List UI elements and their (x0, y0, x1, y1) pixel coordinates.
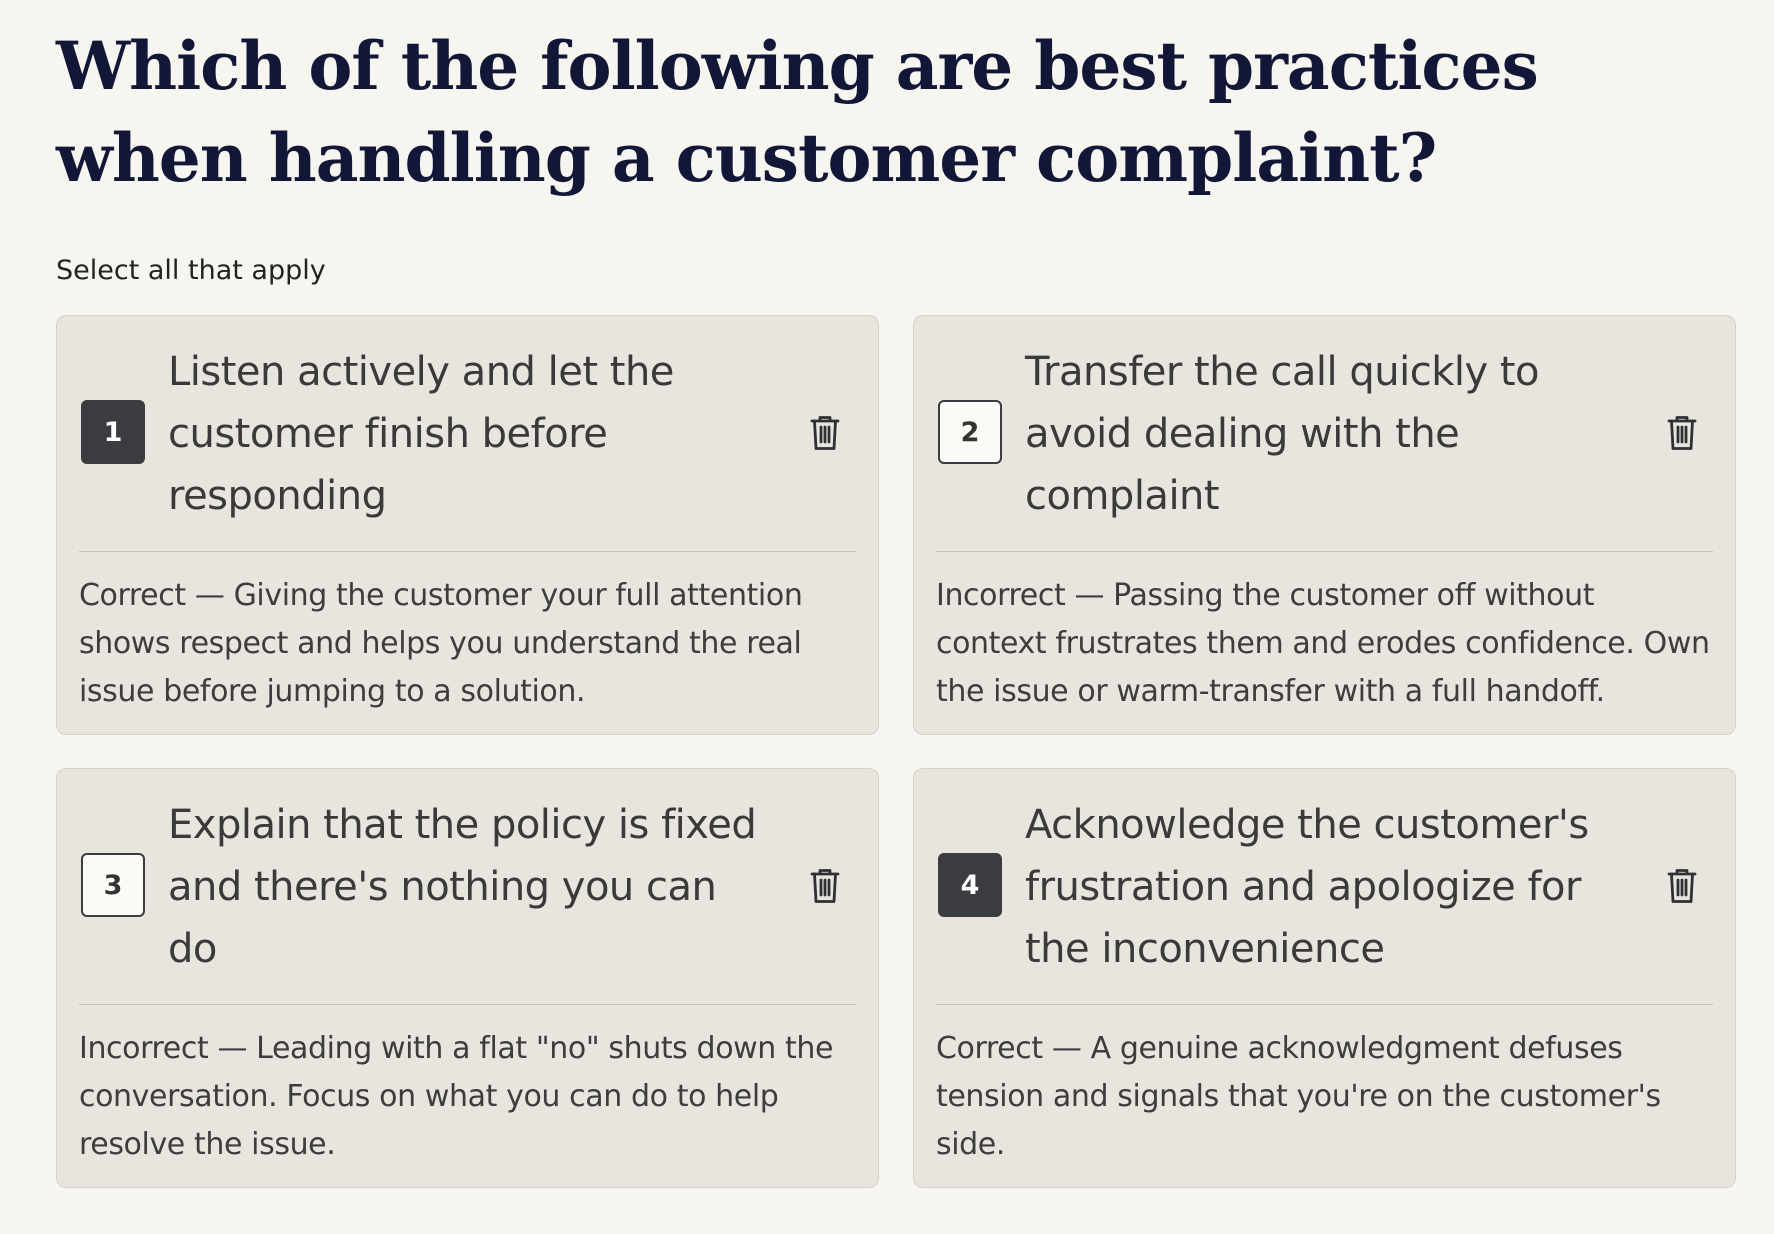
trash-icon (1667, 416, 1697, 450)
option-card-3[interactable]: 3 Explain that the policy is fixed and t… (56, 768, 879, 1188)
option-header: 4 Acknowledge the customer's frustration… (936, 769, 1713, 1005)
option-card-2[interactable]: 2 Transfer the call quickly to avoid dea… (913, 315, 1736, 735)
option-header: 2 Transfer the call quickly to avoid dea… (936, 316, 1713, 552)
option-feedback: Incorrect — Leading with a flat "no" shu… (79, 1031, 834, 1162)
trash-icon (810, 869, 840, 903)
option-card-1[interactable]: 1 Listen actively and let the customer f… (56, 315, 879, 735)
option-card-4[interactable]: 4 Acknowledge the customer's frustration… (913, 768, 1736, 1188)
option-text: Transfer the call quickly to avoid deali… (1025, 348, 1540, 519)
trash-icon (1667, 869, 1697, 903)
option-feedback: Correct — Giving the customer your full … (79, 578, 803, 709)
option-number-badge[interactable]: 1 (81, 400, 145, 464)
option-header: 1 Listen actively and let the customer f… (79, 316, 856, 552)
delete-button[interactable] (1659, 410, 1705, 456)
option-number-badge[interactable]: 4 (938, 853, 1002, 917)
option-number-badge[interactable]: 3 (81, 853, 145, 917)
option-feedback: Correct — A genuine acknowledgment defus… (936, 1031, 1661, 1162)
trash-icon (810, 416, 840, 450)
option-header: 3 Explain that the policy is fixed and t… (79, 769, 856, 1005)
quiz-page: Which of the following are best practice… (0, 0, 1774, 1234)
delete-button[interactable] (802, 863, 848, 909)
option-text: Explain that the policy is fixed and the… (168, 801, 757, 972)
delete-button[interactable] (802, 410, 848, 456)
option-text: Acknowledge the customer's frustration a… (1025, 801, 1589, 972)
option-number-badge[interactable]: 2 (938, 400, 1002, 464)
option-text: Listen actively and let the customer fin… (168, 348, 674, 519)
options-grid: 1 Listen actively and let the customer f… (56, 315, 1736, 1188)
instruction-text: Select all that apply (56, 255, 326, 286)
option-feedback: Incorrect — Passing the customer off wit… (936, 578, 1710, 709)
question-title: Which of the following are best practice… (56, 27, 1539, 197)
delete-button[interactable] (1659, 863, 1705, 909)
